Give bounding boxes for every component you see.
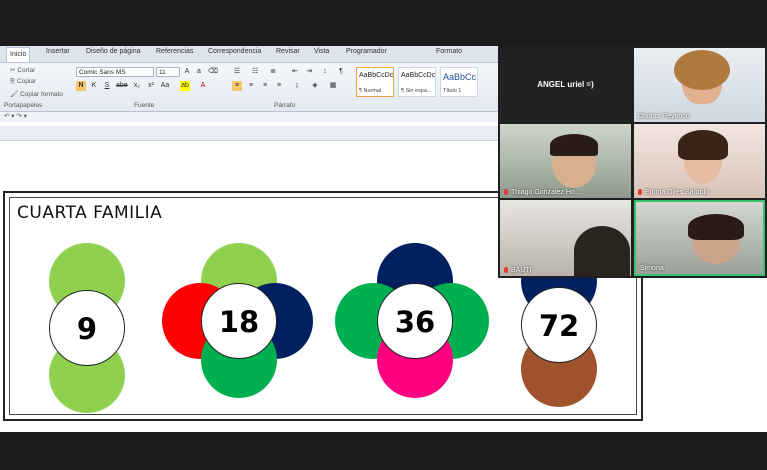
participant-name-wrap: Emma Giles Sañudo	[638, 189, 709, 196]
strikethrough-icon[interactable]: abe	[116, 81, 128, 91]
numbering-icon[interactable]: ☷	[250, 67, 260, 77]
underline-icon[interactable]: S	[102, 81, 112, 91]
group-font-label: Fuente	[134, 102, 155, 109]
flower-center: 18	[201, 283, 277, 359]
format-painter-label: Copiar formato	[20, 91, 64, 98]
participant-name: Simona	[640, 265, 664, 272]
bold-icon[interactable]: N	[76, 81, 86, 91]
bullets-icon[interactable]: ☰	[232, 67, 242, 77]
shrink-font-icon[interactable]: a	[194, 67, 204, 77]
participant-hair	[688, 214, 744, 240]
tab-diseno[interactable]: Diseño de página	[86, 48, 141, 55]
video-tile[interactable]: ANGEL uriel =)	[500, 48, 631, 122]
grow-font-icon[interactable]: A	[182, 67, 192, 77]
mic-muted-icon	[504, 189, 508, 196]
document-heading: CUARTA FAMILIA	[17, 203, 163, 223]
video-tile[interactable]: BAUTI	[500, 200, 631, 276]
sort-icon[interactable]: ↕	[320, 67, 330, 77]
participant-name-wrap: Thiago Gonzalez Ho...	[504, 189, 581, 196]
tab-referencias[interactable]: Referencias	[156, 48, 193, 55]
style-sample: AaBbCc	[443, 72, 477, 82]
style-name: Título 1	[443, 88, 462, 94]
mic-muted-icon	[504, 267, 508, 274]
highlight-icon[interactable]: ab	[180, 81, 190, 91]
flower-center: 9	[49, 290, 125, 366]
style-sample: AaBbCcDc	[401, 72, 436, 79]
participant-name: BAUTI	[511, 267, 532, 274]
show-marks-icon[interactable]: ¶	[336, 67, 346, 77]
change-case-icon[interactable]: Aa	[160, 81, 170, 91]
video-tile[interactable]: Thiago Gonzalez Ho...	[500, 124, 631, 198]
style-sample: AaBbCcDc	[359, 72, 394, 79]
flower-center: 72	[521, 287, 597, 363]
participant-hair	[678, 130, 728, 160]
copy-label: Copiar	[17, 78, 37, 85]
tab-inicio[interactable]: Inicio	[6, 47, 31, 62]
shading-icon[interactable]: ◈	[310, 81, 320, 91]
align-center-icon[interactable]: ≡	[246, 81, 256, 91]
tab-revisar[interactable]: Revisar	[276, 48, 300, 55]
borders-icon[interactable]: ▦	[328, 81, 338, 91]
cut-label: Cortar	[17, 67, 36, 74]
tab-vista[interactable]: Vista	[314, 48, 329, 55]
italic-icon[interactable]: K	[89, 81, 99, 91]
video-tile[interactable]: Daiana Reynoso	[634, 48, 765, 122]
participant-name: Emma Giles Sañudo	[645, 189, 710, 196]
video-tile[interactable]: Emma Giles Sañudo	[634, 124, 765, 198]
clear-format-icon[interactable]: ⌫	[208, 67, 218, 77]
top-black-bar	[0, 0, 767, 46]
format-painter-button[interactable]: 🖌 Copiar formato	[10, 90, 63, 98]
cut-button[interactable]: ✂ Cortar	[10, 66, 35, 74]
style-name: ¶ Normal	[359, 88, 382, 94]
copy-button[interactable]: ⎘ Copiar	[10, 78, 36, 86]
justify-icon[interactable]: ≡	[274, 81, 284, 91]
subscript-icon[interactable]: x₂	[132, 81, 142, 91]
participant-name: Daiana Reynoso	[638, 113, 690, 120]
align-right-icon[interactable]: ≡	[260, 81, 270, 91]
group-clipboard-label: Portapapeles	[4, 102, 43, 109]
participant-name: ANGEL uriel =)	[537, 80, 594, 89]
participant-hair	[550, 134, 598, 156]
align-left-icon[interactable]: ≡	[232, 81, 242, 91]
font-name-combo[interactable]: Comic Sans MS	[76, 67, 154, 77]
multilevel-list-icon[interactable]: ≣	[268, 67, 278, 77]
style-no-spacing[interactable]: AaBbCcDc ¶ Sin espa...	[398, 67, 436, 97]
flower-center: 36	[377, 283, 453, 359]
tab-programador[interactable]: Programador	[346, 48, 387, 55]
video-tile-active-speaker[interactable]: Simona	[634, 200, 765, 276]
tab-insertar[interactable]: Insertar	[46, 48, 70, 55]
increase-indent-icon[interactable]: ⇥	[304, 67, 314, 77]
participant-name-wrap: BAUTI	[504, 267, 532, 274]
font-size-combo[interactable]: 11	[156, 67, 180, 77]
style-name: ¶ Sin espa...	[401, 88, 432, 94]
line-spacing-icon[interactable]: ↨	[292, 81, 302, 91]
decrease-indent-icon[interactable]: ⇤	[290, 67, 300, 77]
mic-muted-icon	[638, 189, 642, 196]
participant-hair	[674, 50, 730, 90]
group-paragraph-label: Párrafo	[274, 102, 296, 109]
superscript-icon[interactable]: x²	[146, 81, 156, 91]
bottom-black-bar	[0, 432, 767, 470]
style-heading1[interactable]: AaBbCc Título 1	[440, 67, 478, 97]
tab-correspondencia[interactable]: Correspondencia	[208, 48, 261, 55]
video-call-grid: ANGEL uriel =) Daiana Reynoso Thiago Gon…	[498, 46, 767, 278]
participant-video	[574, 226, 630, 276]
tab-formato[interactable]: Formato	[436, 48, 462, 55]
font-color-icon[interactable]: A	[198, 81, 208, 91]
undo-icon[interactable]: ↶ ▾ ↷ ▾	[4, 112, 27, 120]
participant-name: Thiago Gonzalez Ho...	[511, 189, 581, 196]
style-normal[interactable]: AaBbCcDc ¶ Normal	[356, 67, 394, 97]
